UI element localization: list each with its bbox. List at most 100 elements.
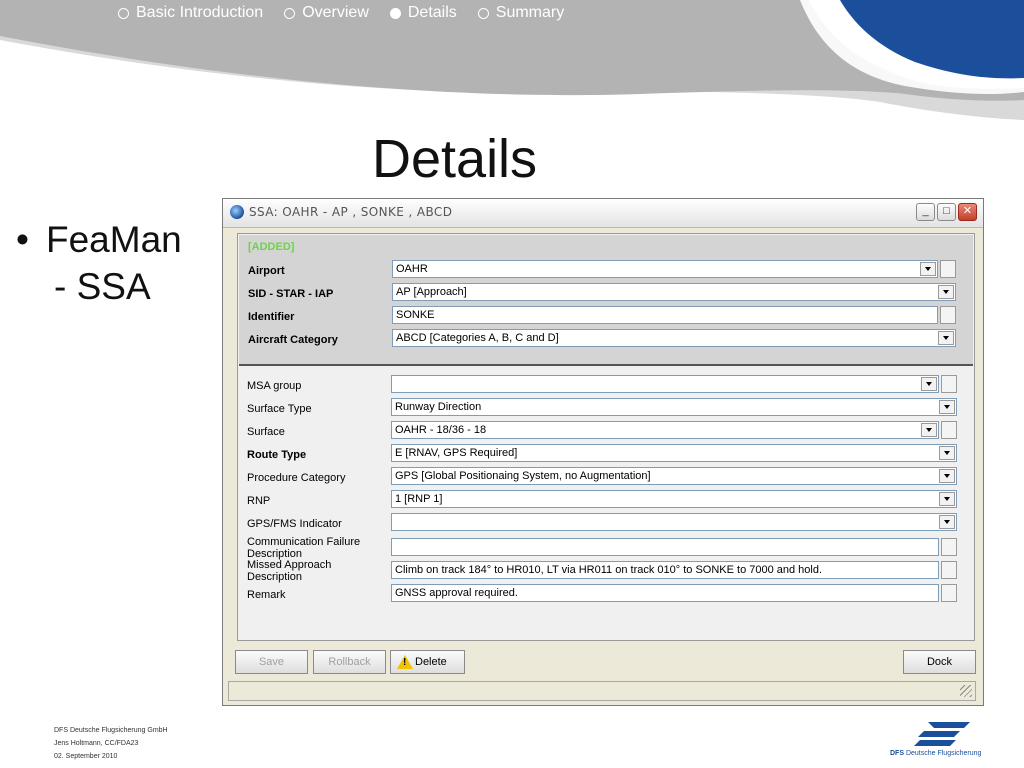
close-button[interactable]: ✕ xyxy=(958,203,977,221)
route-type-select[interactable]: E [RNAV, GPS Required] xyxy=(391,444,957,462)
logo-text-bold: DFS xyxy=(890,750,904,757)
nav-item-label: Overview xyxy=(302,4,369,21)
delete-button[interactable]: ! Delete xyxy=(390,650,465,674)
row-rnp: RNP 1 [RNP 1] xyxy=(238,490,972,510)
slide-title: Details xyxy=(372,129,538,189)
form-panel: [ADDED] Airport OAHR SID - STAR - IAP AP… xyxy=(237,233,975,641)
chevron-down-icon[interactable] xyxy=(939,469,955,483)
chevron-down-icon[interactable] xyxy=(921,423,937,437)
window-titlebar[interactable]: SSA: OAHR - AP , SONKE , ABCD _ □ ✕ xyxy=(223,199,983,228)
procedure-category-label: Procedure Category xyxy=(247,472,346,484)
remark-side-button[interactable] xyxy=(941,584,957,602)
dfs-logo-icon xyxy=(914,722,970,746)
nav-item-label: Summary xyxy=(495,4,565,21)
surface-type-label: Surface Type xyxy=(247,403,312,415)
chevron-down-icon[interactable] xyxy=(938,331,954,345)
missed-approach-input[interactable]: Climb on track 184° to HR010, LT via HR0… xyxy=(391,561,939,579)
surface-side-button[interactable] xyxy=(941,421,957,439)
remark-value: GNSS approval required. xyxy=(395,587,518,599)
airport-label: Airport xyxy=(248,265,285,277)
missed-approach-side-button[interactable] xyxy=(941,561,957,579)
aircraft-category-label: Aircraft Category xyxy=(248,334,338,346)
identifier-label: Identifier xyxy=(248,311,295,323)
nav-item-label: Basic Introduction xyxy=(136,4,264,21)
dfs-logo: DFS Deutsche Flugsicherung xyxy=(888,720,998,764)
procedure-category-value: GPS [Global Positionaing System, no Augm… xyxy=(395,470,651,482)
status-tag: [ADDED] xyxy=(248,241,295,253)
chevron-down-icon[interactable] xyxy=(938,285,954,299)
logo-text: DFS Deutsche Flugsicherung xyxy=(890,750,981,757)
bullet-dot-icon: • xyxy=(16,219,29,260)
msa-group-side-button[interactable] xyxy=(941,375,957,393)
key-fields-group: [ADDED] Airport OAHR SID - STAR - IAP AP… xyxy=(239,235,973,366)
rnp-select[interactable]: 1 [RNP 1] xyxy=(391,490,957,508)
communication-failure-side-button[interactable] xyxy=(941,538,957,556)
nav-item-label: Details xyxy=(407,4,457,21)
communication-failure-input[interactable] xyxy=(391,538,939,556)
resize-grip-icon[interactable] xyxy=(960,685,972,697)
section-nav: Basic Introduction Overview Details Summ… xyxy=(118,4,585,22)
footer-company: DFS Deutsche Flugsicherung GmbH xyxy=(54,727,168,734)
nav-item-overview[interactable]: Overview xyxy=(284,4,369,22)
minimize-button[interactable]: _ xyxy=(916,203,935,221)
missed-approach-label-line1: Missed Approach xyxy=(247,559,332,571)
identifier-value: SONKE xyxy=(396,309,435,321)
chevron-down-icon[interactable] xyxy=(939,515,955,529)
delete-button-label: Delete xyxy=(415,656,447,668)
warning-icon-mark: ! xyxy=(403,657,407,668)
communication-failure-label-line1: Communication Failure xyxy=(247,536,361,548)
nav-item-summary[interactable]: Summary xyxy=(477,4,565,22)
nav-bullet-icon xyxy=(118,7,129,19)
chevron-down-icon[interactable] xyxy=(921,377,937,391)
missed-approach-value: Climb on track 184° to HR010, LT via HR0… xyxy=(395,564,823,576)
chevron-down-icon[interactable] xyxy=(939,446,955,460)
row-gps-fms-indicator: GPS/FMS Indicator xyxy=(238,513,972,533)
chevron-down-icon[interactable] xyxy=(939,492,955,506)
dock-button[interactable]: Dock xyxy=(903,650,976,674)
surface-value: OAHR - 18/36 - 18 xyxy=(395,424,487,436)
aircraft-category-select[interactable]: ABCD [Categories A, B, C and D] xyxy=(392,329,956,347)
airport-side-button[interactable] xyxy=(940,260,956,278)
footer-date: 02. September 2010 xyxy=(54,753,118,760)
airport-select[interactable]: OAHR xyxy=(392,260,938,278)
nav-bullet-icon xyxy=(284,7,296,19)
identifier-input[interactable]: SONKE xyxy=(392,306,938,324)
surface-type-select[interactable]: Runway Direction xyxy=(391,398,957,416)
rollback-button[interactable]: Rollback xyxy=(313,650,386,674)
rnp-label: RNP xyxy=(247,495,271,507)
nav-item-details[interactable]: Details xyxy=(389,4,457,22)
surface-select[interactable]: OAHR - 18/36 - 18 xyxy=(391,421,939,439)
sid-star-iap-value: AP [Approach] xyxy=(396,286,467,298)
row-procedure-category: Procedure Category GPS [Global Positiona… xyxy=(238,467,972,487)
nav-bullet-icon xyxy=(477,7,489,19)
gps-fms-indicator-select[interactable] xyxy=(391,513,957,531)
bullet-line-1: FeaMan xyxy=(46,219,182,260)
row-communication-failure: Communication Failure Description xyxy=(238,536,972,560)
row-aircraft-category: Aircraft Category ABCD [Categories A, B,… xyxy=(239,329,973,349)
chevron-down-icon[interactable] xyxy=(920,262,936,276)
window-title: SSA: OAHR - AP , SONKE , ABCD xyxy=(249,205,453,219)
nav-item-basic-introduction[interactable]: Basic Introduction xyxy=(118,4,263,22)
footer-author: Jens Holtmann, CC/FDA23 xyxy=(54,740,139,747)
surface-label: Surface xyxy=(247,426,285,438)
surface-type-value: Runway Direction xyxy=(395,401,482,413)
rnp-value: 1 [RNP 1] xyxy=(395,493,443,505)
bullet-point: • FeaMan - SSA xyxy=(16,216,216,310)
missed-approach-label-line2: Description xyxy=(247,571,303,583)
msa-group-label: MSA group xyxy=(247,380,302,392)
remark-input[interactable]: GNSS approval required. xyxy=(391,584,939,602)
msa-group-select[interactable] xyxy=(391,375,939,393)
identifier-side-button[interactable] xyxy=(940,306,956,324)
airport-value: OAHR xyxy=(396,263,428,275)
row-airport: Airport OAHR xyxy=(239,260,973,280)
procedure-category-select[interactable]: GPS [Global Positionaing System, no Augm… xyxy=(391,467,957,485)
row-remark: Remark GNSS approval required. xyxy=(238,584,972,604)
save-button[interactable]: Save xyxy=(235,650,308,674)
chevron-down-icon[interactable] xyxy=(939,400,955,414)
communication-failure-label: Communication Failure Description xyxy=(247,536,387,560)
sid-star-iap-select[interactable]: AP [Approach] xyxy=(392,283,956,301)
maximize-button[interactable]: □ xyxy=(937,203,956,221)
nav-bullet-active-icon xyxy=(389,7,401,19)
status-bar xyxy=(228,681,976,701)
remark-label: Remark xyxy=(247,589,286,601)
